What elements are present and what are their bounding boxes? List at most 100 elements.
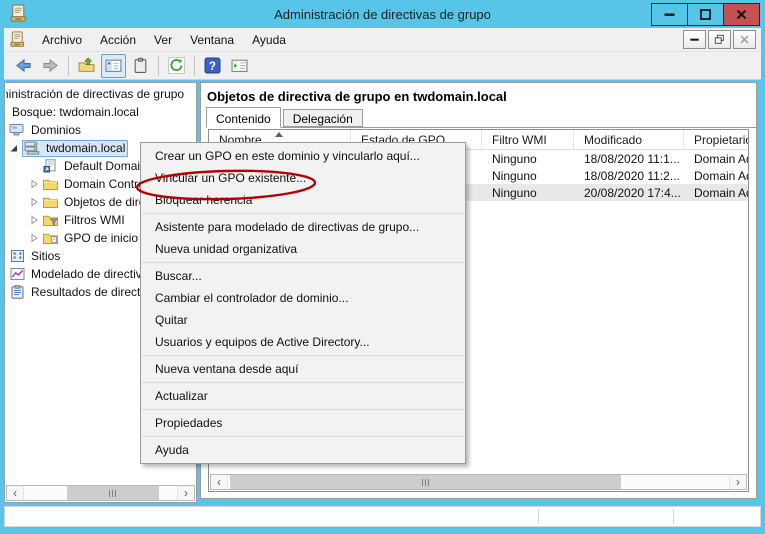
status-divider <box>538 509 539 524</box>
show-action-pane-button[interactable] <box>227 54 252 78</box>
context-menu-item[interactable]: Buscar... <box>141 265 465 287</box>
scroll-left-icon[interactable]: ‹ <box>211 475 227 489</box>
status-bar <box>4 506 761 527</box>
show-console-tree-button[interactable] <box>101 54 126 78</box>
tree-item[interactable]: Bosque: twdomain.local <box>6 103 195 121</box>
child-close-button[interactable] <box>733 30 756 49</box>
help-button[interactable]: ? <box>200 54 225 78</box>
back-button[interactable] <box>11 54 36 78</box>
context-menu-item[interactable]: Crear un GPO en este dominio y vincularl… <box>141 145 465 167</box>
svg-text:?: ? <box>209 60 216 73</box>
tree-item-label: Bosque: twdomain.local <box>10 105 141 119</box>
context-menu-item-circled[interactable]: Vincular un GPO existente... <box>141 167 465 189</box>
table-cell: Domain Admins <box>684 169 749 183</box>
gpo-link-icon <box>42 159 59 173</box>
context-menu-item[interactable]: Nueva unidad organizativa <box>141 238 465 260</box>
results-icon <box>9 285 26 299</box>
maximize-button[interactable] <box>687 3 724 26</box>
child-minimize-button[interactable] <box>683 30 706 49</box>
toolbar-separator <box>194 56 195 76</box>
scrollbar-thumb[interactable] <box>230 475 621 489</box>
context-menu-item[interactable]: Propiedades <box>141 412 465 434</box>
expander-collapsed-icon[interactable] <box>28 178 40 190</box>
menu-ventana[interactable]: Ventana <box>181 30 243 50</box>
back-arrow-icon <box>15 57 32 74</box>
minimize-icon <box>663 8 676 21</box>
expander-collapsed-icon[interactable] <box>28 214 40 226</box>
column-header[interactable]: Modificado <box>574 130 684 149</box>
up-one-level-button[interactable] <box>74 54 99 78</box>
toolbar-separator <box>68 56 69 76</box>
folder-gpo-icon <box>42 231 59 245</box>
context-menu-item[interactable]: Bloquear herencia <box>141 189 465 211</box>
tree-item-label: Administración de directivas de grupo <box>6 87 186 101</box>
table-cell: 18/08/2020 11:1... <box>574 152 684 166</box>
menu-accion[interactable]: Acción <box>91 30 145 50</box>
menu-separator <box>142 382 464 383</box>
table-cell: 18/08/2020 11:2... <box>574 169 684 183</box>
close-button[interactable] <box>723 3 760 26</box>
help-icon: ? <box>204 57 221 74</box>
menubar: ArchivoAcciónVerVentanaAyuda <box>4 28 761 52</box>
scroll-left-icon[interactable]: ‹ <box>7 486 23 500</box>
tree-item[interactable]: Administración de directivas de grupo <box>6 85 195 103</box>
tree-item[interactable]: Dominios <box>6 121 195 139</box>
folder-filter-icon <box>42 213 59 227</box>
domains-icon <box>9 123 26 137</box>
context-menu: Crear un GPO en este dominio y vincularl… <box>140 142 466 464</box>
tree-item-label: Sitios <box>29 249 62 263</box>
table-horizontal-scrollbar[interactable]: ‹ › <box>210 474 747 490</box>
tree-horizontal-scrollbar[interactable]: ‹ › <box>6 485 195 501</box>
scrollbar-track[interactable] <box>227 475 730 489</box>
menu-archivo[interactable]: Archivo <box>33 30 91 50</box>
menu-separator <box>142 409 464 410</box>
titlebar: Administración de directivas de grupo <box>0 0 765 28</box>
tab-contenido[interactable]: Contenido <box>206 107 281 128</box>
column-header[interactable]: Propietario <box>684 130 749 149</box>
table-cell: 20/08/2020 17:4... <box>574 186 684 200</box>
restore-icon <box>714 34 725 45</box>
toolbar-separator <box>158 56 159 76</box>
context-menu-item[interactable]: Asistente para modelado de directivas de… <box>141 216 465 238</box>
context-menu-item[interactable]: Quitar <box>141 309 465 331</box>
expander-collapsed-icon[interactable] <box>28 196 40 208</box>
context-menu-item[interactable]: Actualizar <box>141 385 465 407</box>
close-icon <box>735 8 748 21</box>
context-menu-item[interactable]: Usuarios y equipos de Active Directory..… <box>141 331 465 353</box>
folder-icon <box>42 177 59 191</box>
tree-item-label: GPO de inicio <box>62 231 140 245</box>
menu-separator <box>142 436 464 437</box>
console-tree-icon <box>105 57 122 74</box>
folder-up-icon <box>78 57 95 74</box>
minimize-button[interactable] <box>651 3 688 26</box>
scrollbar-thumb[interactable] <box>67 486 159 500</box>
paste-button[interactable] <box>128 54 153 78</box>
status-divider <box>673 509 674 524</box>
menu-ayuda[interactable]: Ayuda <box>243 30 295 50</box>
scrollbar-track[interactable] <box>23 486 178 500</box>
action-pane-icon <box>231 57 248 74</box>
context-menu-item[interactable]: Nueva ventana desde aquí <box>141 358 465 380</box>
menu-items: ArchivoAcciónVerVentanaAyuda <box>33 30 295 50</box>
close-icon <box>739 34 750 45</box>
maximize-icon <box>699 8 712 21</box>
child-restore-button[interactable] <box>708 30 731 49</box>
clipboard-icon <box>132 57 149 74</box>
tab-delegacion[interactable]: Delegación <box>283 109 363 127</box>
forward-button[interactable] <box>38 54 63 78</box>
column-header[interactable]: Filtro WMI <box>482 130 574 149</box>
minimize-icon <box>689 34 700 45</box>
tree-item-label: twdomain.local <box>44 141 127 155</box>
scroll-right-icon[interactable]: › <box>730 475 746 489</box>
context-menu-item[interactable]: Ayuda <box>141 439 465 461</box>
menu-ver[interactable]: Ver <box>145 30 181 50</box>
expander-expanded-icon[interactable] <box>8 142 20 154</box>
context-menu-item[interactable]: Cambiar el controlador de dominio... <box>141 287 465 309</box>
expander-collapsed-icon[interactable] <box>28 232 40 244</box>
table-cell: Ninguno <box>482 152 574 166</box>
tree-item-label: Dominios <box>29 123 83 137</box>
scroll-right-icon[interactable]: › <box>178 486 194 500</box>
sort-ascending-icon <box>275 132 283 137</box>
menu-separator <box>142 355 464 356</box>
refresh-button[interactable] <box>164 54 189 78</box>
